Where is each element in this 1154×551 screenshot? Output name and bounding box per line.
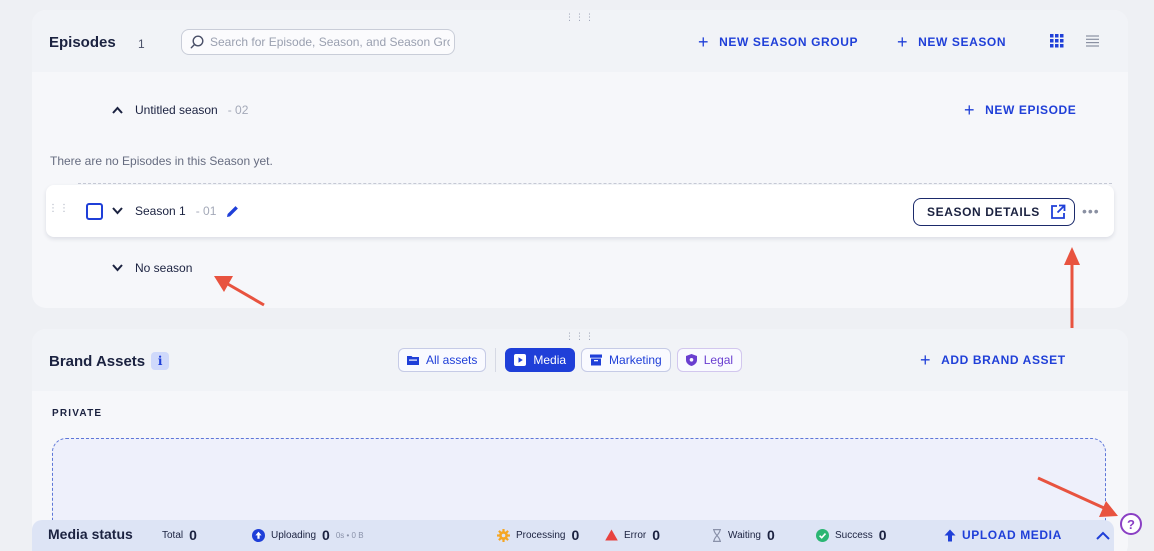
episode-search-box[interactable] (181, 29, 455, 55)
waiting-label: Waiting (728, 529, 761, 541)
new-season-group-button[interactable]: + NEW SEASON GROUP (698, 32, 859, 52)
waiting-value: 0 (766, 527, 775, 543)
season-group-row[interactable]: Untitled season - 02 (112, 103, 248, 117)
filter-legal-label: Legal (703, 353, 734, 367)
brand-assets-title: Brand Assets (49, 353, 146, 370)
no-season-row[interactable]: No season (112, 261, 192, 275)
upload-media-label: UPLOAD MEDIA (962, 528, 1062, 542)
processing-label: Processing (516, 529, 566, 541)
info-icon[interactable]: i (151, 352, 170, 370)
uploading-sub: 0s • 0 B (335, 530, 364, 540)
plus-icon: + (698, 32, 710, 52)
season-group-number: - 02 (227, 103, 249, 117)
add-brand-asset-button[interactable]: + ADD BRAND ASSET (920, 350, 1066, 370)
external-link-icon (1050, 204, 1066, 219)
upload-media-button[interactable]: UPLOAD MEDIA (944, 528, 1062, 542)
filter-legal[interactable]: Legal (676, 348, 743, 372)
help-icon[interactable]: ? (1120, 513, 1142, 535)
status-total: Total 0 (162, 527, 197, 543)
filter-media[interactable]: Media (505, 348, 576, 372)
drop-divider (78, 183, 1112, 184)
season-name: Season 1 (135, 204, 186, 218)
status-uploading: Uploading 0 0s • 0 B (252, 527, 364, 543)
uploading-value: 0 (322, 527, 330, 543)
edit-pencil-icon[interactable] (226, 205, 239, 218)
chevron-up-icon[interactable] (1096, 531, 1110, 540)
total-value: 0 (189, 527, 197, 543)
plus-icon: + (897, 32, 909, 52)
status-success: Success 0 (816, 527, 887, 543)
panel-drag-handle[interactable]: ⋮⋮⋮ (565, 13, 595, 22)
upload-circle-icon (252, 528, 265, 542)
filter-divider (495, 348, 497, 372)
empty-season-message: There are no Episodes in this Season yet… (50, 154, 273, 168)
season-group-name: Untitled season (135, 103, 218, 117)
warning-icon (605, 529, 618, 541)
filter-all-assets[interactable]: All assets (398, 348, 487, 372)
error-value: 0 (652, 527, 661, 543)
plus-icon: + (920, 350, 932, 370)
no-season-label: No season (135, 261, 193, 275)
season-row: Season 1 - 01 (112, 204, 239, 218)
asset-filter-group: All assets Media Marketing Legal (398, 348, 743, 372)
chevron-down-icon[interactable] (112, 204, 123, 218)
chevron-up-icon[interactable] (112, 103, 123, 117)
more-options-icon[interactable]: ••• (1082, 203, 1100, 219)
status-processing: Processing 0 (497, 527, 579, 543)
season-checkbox[interactable] (86, 203, 103, 220)
season-details-button[interactable]: SEASON DETAILS (913, 198, 1075, 226)
check-circle-icon (816, 528, 829, 542)
brand-assets-title-wrap: Brand Assets i (49, 352, 170, 370)
private-section-label: PRIVATE (52, 408, 103, 419)
shield-icon (685, 354, 697, 366)
search-input[interactable] (210, 35, 450, 49)
gear-icon (497, 528, 510, 542)
media-status-title: Media status (48, 526, 133, 542)
episodes-title: Episodes (49, 34, 116, 51)
total-label: Total (162, 529, 184, 541)
success-label: Success (835, 529, 873, 541)
chevron-down-icon[interactable] (112, 261, 123, 275)
media-status-bar: Media status Total 0 Uploading 0 0s • 0 … (32, 520, 1114, 551)
new-episode-button[interactable]: + NEW EPISODE (964, 100, 1077, 120)
new-season-group-label: NEW SEASON GROUP (719, 35, 859, 49)
hourglass-icon (713, 528, 721, 542)
filter-marketing-label: Marketing (609, 353, 662, 367)
panel-drag-handle[interactable]: ⋮⋮⋮ (565, 332, 595, 341)
uploading-label: Uploading (271, 529, 317, 541)
new-season-label: NEW SEASON (918, 35, 1007, 49)
media-status-title-wrap: Media status (48, 526, 133, 542)
grid-view-icon[interactable] (1050, 34, 1064, 48)
add-brand-asset-label: ADD BRAND ASSET (941, 353, 1066, 367)
new-episode-label: NEW EPISODE (985, 103, 1077, 117)
error-label: Error (624, 529, 647, 541)
episodes-panel: ⋮⋮⋮ Episodes 1 + NEW SEASON GROUP + NEW … (32, 10, 1128, 308)
media-icon (514, 354, 527, 366)
list-view-icon[interactable] (1086, 35, 1099, 47)
folder-icon (407, 356, 419, 365)
search-icon (190, 35, 204, 49)
season-details-label: SEASON DETAILS (927, 205, 1040, 219)
status-error: Error 0 (605, 527, 660, 543)
filter-all-assets-label: All assets (426, 353, 478, 367)
episodes-count: 1 (138, 37, 145, 51)
plus-icon: + (964, 100, 976, 120)
filter-media-label: Media (533, 353, 567, 367)
drag-handle-icon[interactable]: ⋮⋮ (48, 203, 70, 214)
season-number: - 01 (195, 204, 217, 218)
archive-icon (590, 354, 603, 366)
processing-value: 0 (571, 527, 580, 543)
season-card[interactable]: ⋮⋮ Season 1 - 01 SEASON DETAILS ••• (46, 185, 1114, 237)
brand-assets-panel: ⋮⋮⋮ Brand Assets i All assets Media Marke… (32, 329, 1128, 551)
upload-arrow-icon (944, 529, 956, 541)
filter-marketing[interactable]: Marketing (581, 348, 671, 372)
new-season-button[interactable]: + NEW SEASON (897, 32, 1007, 52)
success-value: 0 (878, 527, 887, 543)
status-waiting: Waiting 0 (712, 527, 775, 543)
